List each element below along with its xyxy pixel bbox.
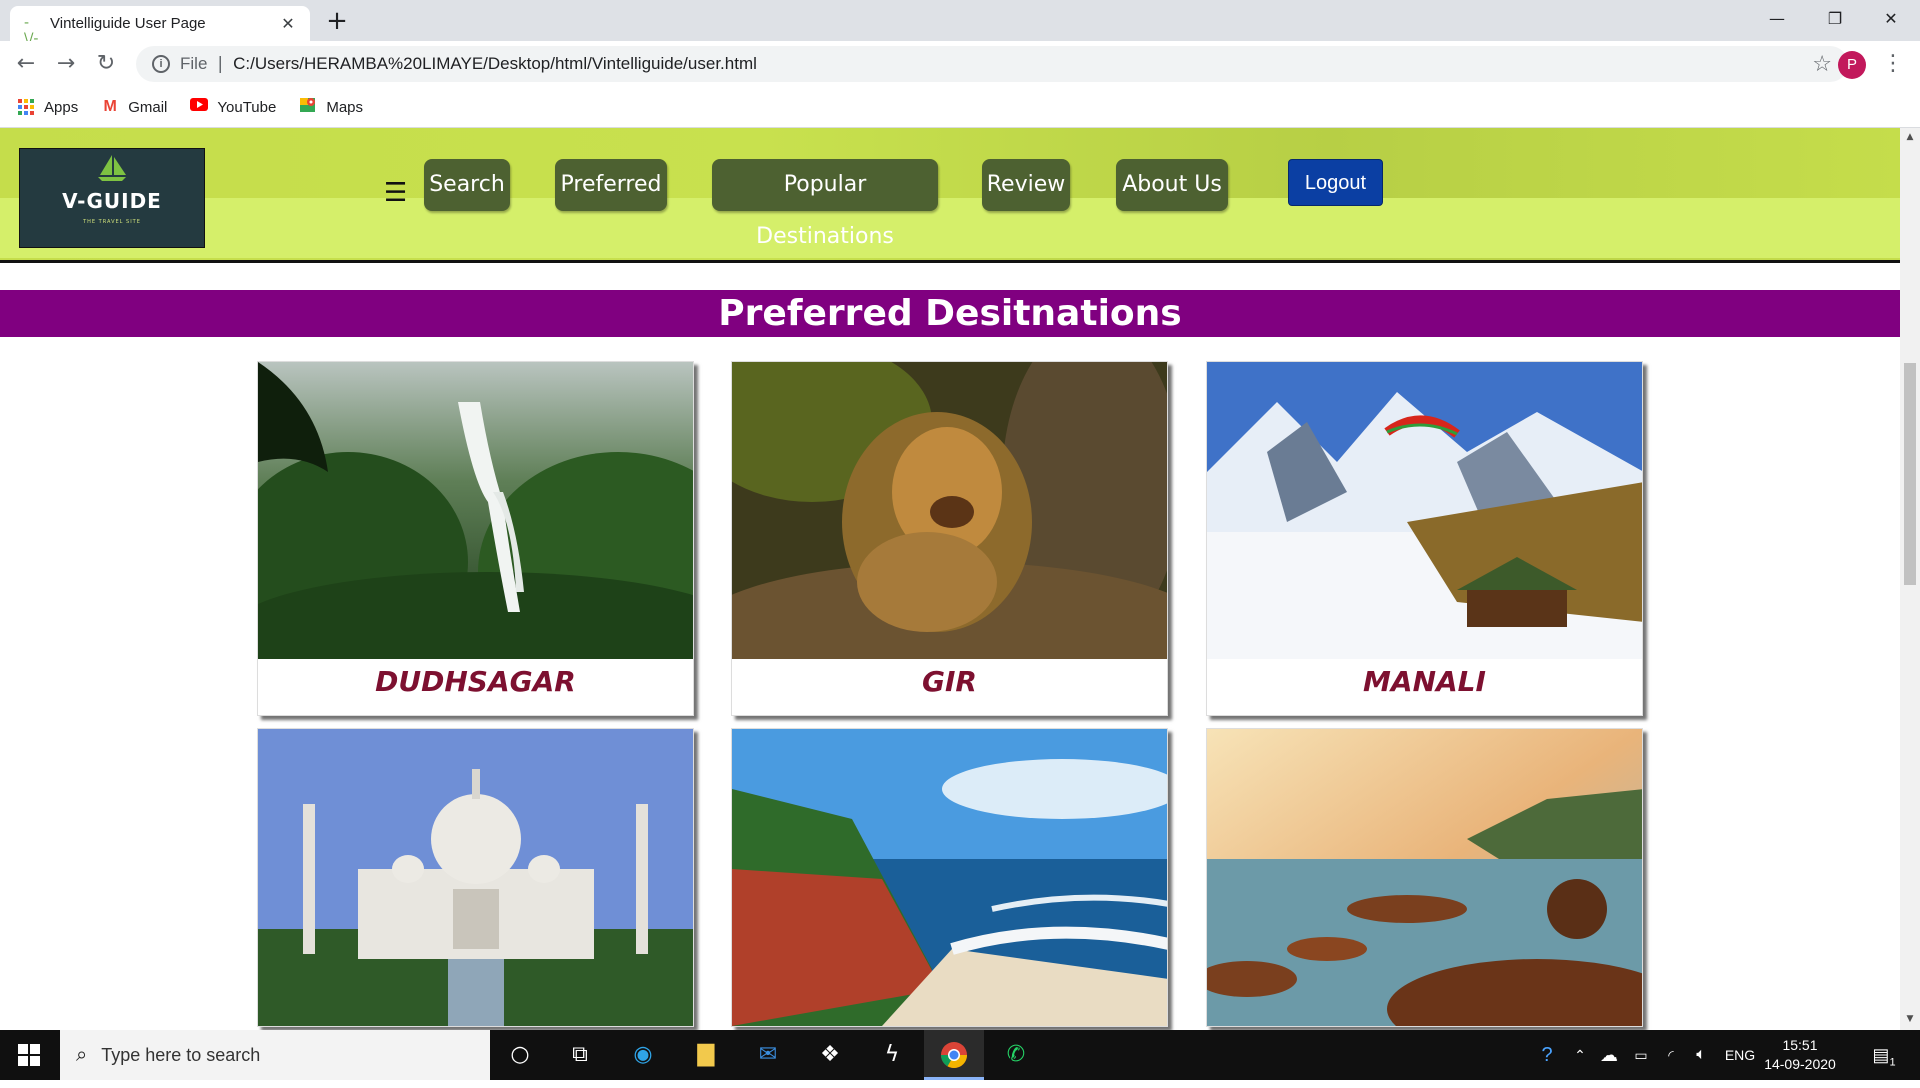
show-hidden-icons[interactable]: ⌃ <box>1568 1030 1592 1080</box>
destination-name: DUDHSAGAR <box>375 665 576 698</box>
close-window-icon[interactable]: ✕ <box>1862 0 1920 41</box>
help-icon[interactable]: ? <box>1532 1030 1562 1080</box>
youtube-icon <box>189 98 209 116</box>
section-title: Preferred Desitnations <box>0 290 1900 337</box>
site-favicon-icon: -\/- <box>24 14 39 47</box>
search-icon: ⌕ <box>76 1043 88 1066</box>
chrome-icon[interactable] <box>936 1038 972 1072</box>
profile-avatar[interactable]: P <box>1838 51 1866 79</box>
dropbox-icon[interactable]: ❖ <box>812 1038 848 1072</box>
clock-date: 14-09-2020 <box>1764 1056 1836 1072</box>
bookmark-label: Gmail <box>128 98 168 116</box>
minimize-icon[interactable]: — <box>1748 0 1806 41</box>
bookmark-youtube[interactable]: YouTube <box>189 98 276 116</box>
destination-image <box>258 362 693 659</box>
new-tab-button[interactable]: + <box>320 7 354 37</box>
nav-about-us[interactable]: About Us <box>1116 159 1228 211</box>
clock-time: 15:51 <box>1782 1037 1818 1053</box>
scroll-down-icon[interactable]: ▼ <box>1900 1014 1920 1024</box>
nav-preferred[interactable]: Preferred <box>555 159 667 211</box>
logo-text: V-GUIDE <box>62 189 162 213</box>
onedrive-icon[interactable]: ☁ <box>1596 1030 1622 1080</box>
nav-popular-destinations[interactable]: Popular Destinations <box>712 159 938 249</box>
bookmark-star-icon[interactable]: ☆ <box>1812 52 1832 77</box>
page-viewport: V-GUIDE THE TRAVEL SITE ☰ Search Preferr… <box>0 128 1900 1030</box>
destination-image <box>1207 729 1642 1026</box>
scroll-up-icon[interactable]: ▲ <box>1900 132 1920 142</box>
url-separator: | <box>217 54 224 74</box>
destination-card-beach[interactable] <box>731 728 1168 1027</box>
browser-tab[interactable]: -\/- Vintelliguide User Page ✕ <box>10 6 310 47</box>
close-tab-icon[interactable]: ✕ <box>278 14 298 33</box>
logo-tagline: THE TRAVEL SITE <box>83 219 141 225</box>
bookmark-label: YouTube <box>217 98 277 116</box>
url-protocol: File <box>180 54 208 73</box>
nav-search[interactable]: Search <box>424 159 510 211</box>
destination-image <box>1207 362 1642 659</box>
header-divider <box>0 260 1900 263</box>
notification-count: 1 <box>1889 1056 1896 1069</box>
hamburger-menu-icon[interactable]: ☰ <box>384 178 407 208</box>
bookmark-maps[interactable]: Maps <box>298 96 363 119</box>
bookmark-label: Apps <box>44 98 79 116</box>
bookmark-apps[interactable]: Apps <box>18 99 78 116</box>
destination-name: GIR <box>922 665 977 698</box>
nav-review[interactable]: Review <box>982 159 1070 211</box>
url-text[interactable]: C:/Users/HERAMBA%20LIMAYE/Desktop/html/V… <box>233 54 1812 74</box>
whatsapp-icon[interactable]: ✆ <box>998 1038 1034 1072</box>
taskbar-clock[interactable]: 15:51 14-09-2020 <box>1750 1036 1850 1074</box>
destination-card-taj-mahal[interactable] <box>257 728 694 1027</box>
file-explorer-icon[interactable]: ▇ <box>688 1038 724 1072</box>
destination-card-manali[interactable]: MANALI <box>1206 361 1643 716</box>
destination-card-sunset-coast[interactable] <box>1206 728 1643 1027</box>
taskbar-search-placeholder: Type here to search <box>101 1044 261 1065</box>
cortana-icon[interactable]: ○ <box>502 1038 538 1072</box>
app-lightning-icon[interactable]: ϟ <box>874 1038 910 1072</box>
gmail-icon: M <box>103 98 117 115</box>
info-icon[interactable]: i <box>152 55 170 73</box>
bookmark-gmail[interactable]: M Gmail <box>100 98 168 116</box>
browser-toolbar: ← → ↻ i File | C:/Users/HERAMBA%20LIMAYE… <box>0 41 1920 87</box>
destination-image <box>258 729 693 1026</box>
restore-icon[interactable]: ❐ <box>1806 0 1864 41</box>
header-band <box>0 198 1900 258</box>
bookmarks-bar: Apps M Gmail YouTube Maps <box>0 87 1920 128</box>
bookmark-label: Maps <box>326 98 364 116</box>
windows-taskbar: ⌕ Type here to search ○ ⧉ ◉ ▇ ✉ ❖ ϟ ✆ ? … <box>0 1030 1920 1080</box>
forward-icon[interactable]: → <box>50 49 82 79</box>
apps-icon <box>18 99 34 115</box>
menu-icon[interactable]: ⋮ <box>1882 49 1904 79</box>
back-icon[interactable]: ← <box>10 49 42 79</box>
site-header: V-GUIDE THE TRAVEL SITE ☰ Search Preferr… <box>0 128 1900 260</box>
notifications-icon[interactable]: ▤1 <box>1866 1030 1902 1080</box>
destination-card-gir[interactable]: GIR <box>731 361 1168 716</box>
windows-start-icon[interactable] <box>18 1044 40 1066</box>
volume-icon[interactable]: 🔈︎ <box>1688 1030 1714 1080</box>
wifi-icon[interactable]: ◜ <box>1658 1030 1684 1080</box>
destination-card-dudhsagar[interactable]: DUDHSAGAR <box>257 361 694 716</box>
sailboat-icon <box>20 153 204 187</box>
maps-icon <box>298 96 318 119</box>
task-view-icon[interactable]: ⧉ <box>562 1038 598 1072</box>
site-logo[interactable]: V-GUIDE THE TRAVEL SITE <box>19 148 205 248</box>
tab-strip: -\/- Vintelliguide User Page ✕ + — ❐ ✕ <box>0 0 1920 47</box>
destination-name: MANALI <box>1363 665 1486 698</box>
mail-icon[interactable]: ✉ <box>750 1038 786 1072</box>
address-bar[interactable]: i File | C:/Users/HERAMBA%20LIMAYE/Deskt… <box>136 46 1848 82</box>
taskbar-search-box[interactable]: ⌕ Type here to search <box>60 1030 490 1080</box>
page-scrollbar[interactable]: ▲ ▼ <box>1900 128 1920 1030</box>
logout-button[interactable]: Logout <box>1288 159 1383 206</box>
edge-icon[interactable]: ◉ <box>625 1038 661 1072</box>
scrollbar-thumb[interactable] <box>1904 363 1916 585</box>
destination-image <box>732 362 1167 659</box>
battery-icon[interactable]: ▭ <box>1628 1030 1654 1080</box>
reload-icon[interactable]: ↻ <box>90 49 122 79</box>
destination-image <box>732 729 1167 1026</box>
tab-title: Vintelliguide User Page <box>50 15 206 32</box>
